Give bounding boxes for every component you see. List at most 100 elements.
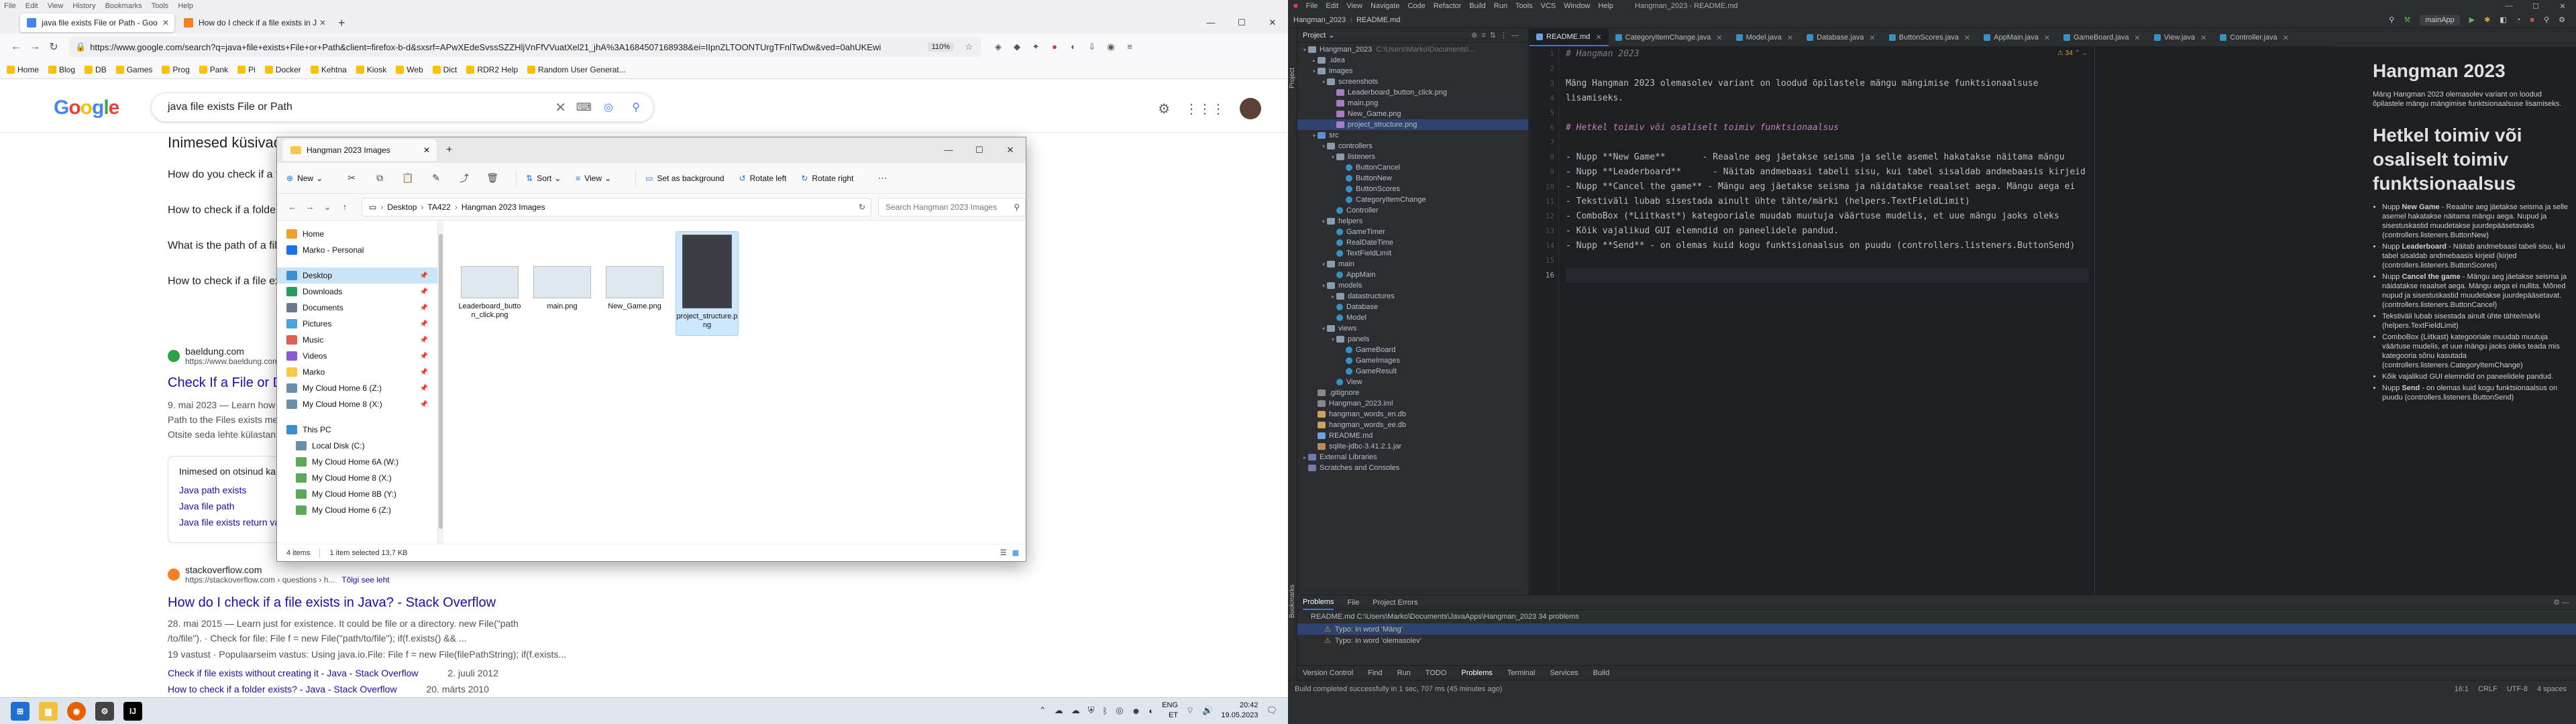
new-tab-button[interactable]: + [338,16,345,30]
expand-chevron-icon[interactable]: ▸ [1311,58,1318,64]
maximize-icon[interactable]: ☐ [2522,2,2549,11]
expand-chevron-icon[interactable]: ▸ [1301,455,1308,461]
bookmark-item[interactable]: Web [396,65,423,74]
tree-node[interactable]: GameTimer [1297,227,1528,237]
code-line[interactable]: lisamiseks. [1566,91,2089,106]
cut-icon[interactable]: ✂ [337,172,366,184]
menu-item[interactable]: View [1346,2,1362,10]
minimize-icon[interactable]: ― [1195,12,1226,34]
menu-item[interactable]: Bookmarks [105,2,142,10]
tree-node[interactable]: ▾ Hangman_2023 C:\Users\Marko\Documents\..… [1297,44,1528,55]
tree-node[interactable]: ▾ panels [1297,334,1528,345]
tree-node[interactable]: hangman_words_en.db [1297,409,1528,420]
code-area[interactable]: # Hangman 2023 Mäng Hangman 2023 olemasol… [1566,47,2089,283]
keyboard-icon[interactable]: ⌨ [576,101,592,114]
tree-node[interactable]: project_structure.png [1297,119,1528,130]
up-icon[interactable]: ↑ [336,202,354,212]
download-icon[interactable]: ⇩ [1083,42,1102,52]
expand-chevron-icon[interactable]: ▾ [1301,47,1308,53]
tree-node[interactable]: hangman_words_ee.db [1297,420,1528,430]
start-icon[interactable]: ⊞ [11,702,30,721]
menu-item[interactable]: Run [1494,2,1507,10]
tree-node[interactable]: View [1297,377,1528,387]
tree-node[interactable]: sqlite-jdbc-3.41.2.1.jar [1297,441,1528,452]
run-config-selector[interactable]: mainApp [2420,14,2460,25]
close-tab-icon[interactable]: ✕ [1716,34,1722,42]
settings-icon[interactable]: ⚙ [95,702,114,721]
menu-item[interactable]: Help [1598,2,1613,10]
nav-item[interactable]: Documents 📌 [277,300,437,316]
avatar[interactable] [1240,98,1261,119]
close-tab-icon[interactable]: ✕ [2200,34,2206,42]
language-indicator[interactable]: ENG ET [1162,701,1178,721]
file-explorer-icon[interactable]: ▆ [39,702,58,721]
nav-item[interactable]: My Cloud Home 8B (Y:) [277,486,437,502]
tree-node[interactable]: ButtonScores [1297,184,1528,194]
google-search-input[interactable]: java file exists File or Path ✕ ⌨ ◎ ⚲ [151,93,654,122]
tree-node[interactable]: ▾ main [1297,259,1528,269]
editor-tab[interactable]: Database.java ✕ [1800,29,1882,46]
editor-tab[interactable]: README.md ✕ [1529,29,1609,46]
sort-button[interactable]: ⇅ Sort ⌄ [526,174,561,183]
account-icon[interactable]: ◉ [1102,42,1120,52]
clear-icon[interactable]: ✕ [555,99,566,116]
steam-icon[interactable]: ◎ [1116,705,1123,716]
view-button[interactable]: ≡ View ⌄ [576,174,611,183]
volume-icon[interactable]: 🔊 [1202,705,1213,716]
code-line[interactable] [1566,268,2089,283]
paste-icon[interactable]: 📋 [394,172,422,184]
notification-icon[interactable]: 🗨 [1266,705,1277,716]
bookmark-item[interactable]: DB [85,65,107,74]
tree-node[interactable]: ▾ listeners [1297,152,1528,162]
tree-node[interactable]: GameImages [1297,355,1528,366]
onedrive-icon[interactable]: ☁ [1071,705,1080,716]
tree-node[interactable]: .gitignore [1297,387,1528,398]
nav-item[interactable]: Marko 📌 [277,364,437,380]
bookmark-item[interactable]: Home [7,65,39,74]
tree-node[interactable]: TextFieldLimit [1297,248,1528,259]
bookmark-star-icon[interactable]: ☆ [965,42,973,52]
expand-chevron-icon[interactable]: ▾ [1311,133,1318,139]
tree-node[interactable]: Model [1297,312,1528,323]
bookmark-item[interactable]: Docker [264,65,301,74]
menu-item[interactable]: Tools [152,2,169,10]
close-icon[interactable]: ✕ [2549,2,2576,11]
menu-item[interactable]: Refactor [1434,2,1462,10]
close-icon[interactable]: ✕ [995,137,1026,163]
menu-item[interactable]: View [48,2,64,10]
code-line[interactable]: - ComboBox (*Liitkast*) kategooriale muu… [1566,209,2089,224]
coverage-icon[interactable]: ◧ [2500,15,2506,24]
debug-icon[interactable]: ✱ [2484,15,2490,24]
problem-item[interactable]: ⚠ Typo: In word 'olemasolev' [1297,635,2576,646]
profile-icon[interactable]: ◔ [2516,16,2521,24]
gear-icon[interactable]: ⚙ [1158,101,1170,117]
menu-item[interactable]: VCS [1541,2,1556,10]
more-options-icon[interactable]: ⋯ [868,172,896,184]
translate-link[interactable]: Tõlgi see leht [341,575,389,585]
code-line[interactable]: - Kõik vajalikud GUI elemndid on paneeli… [1566,224,2089,239]
audio-icon[interactable]: ◐ [1148,706,1154,716]
shield-icon[interactable]: ◆ [1008,42,1026,52]
status-widget[interactable]: UTF-8 [2507,685,2528,693]
search-everywhere-icon[interactable]: ⚲ [2544,15,2549,24]
editor-tab[interactable]: View.java ✕ [2147,29,2214,46]
close-tab-icon[interactable]: ✕ [1595,33,1601,42]
code-line[interactable] [1566,106,2089,121]
share-icon[interactable]: ⤴ [450,172,478,185]
delete-icon[interactable]: 🗑 [478,172,506,184]
intellij-icon[interactable]: IJ [123,702,142,721]
nav-item[interactable]: Desktop 📌 [277,267,437,284]
nav-item[interactable]: Local Disk (C:) [277,438,437,454]
maximize-icon[interactable]: ☐ [964,137,995,163]
result-site[interactable]: stackoverflow.com https://stackoverflow.c… [168,564,390,585]
tree-node[interactable]: ▾ helpers [1297,216,1528,227]
menu-item[interactable]: Code [1407,2,1425,10]
breadcrumb-item[interactable]: Hangman_2023 [1293,16,1346,24]
markdown-editor[interactable]: 1 2 3 4 5 6 7 8 9 10 11 12 13 14 15 16 # Hangman 2023 Mä… [1529,47,2094,595]
explorer-search-input[interactable]: Search Hangman 2023 Images ⚲ [878,197,1026,217]
tree-node[interactable]: ButtonNew [1297,173,1528,184]
intellij-logo-icon[interactable]: ■ [1293,2,1298,10]
tool-window-button[interactable]: Build [1593,669,1609,677]
breadcrumb-item[interactable]: TA422 [427,202,450,212]
tree-node[interactable]: GameResult [1297,366,1528,377]
